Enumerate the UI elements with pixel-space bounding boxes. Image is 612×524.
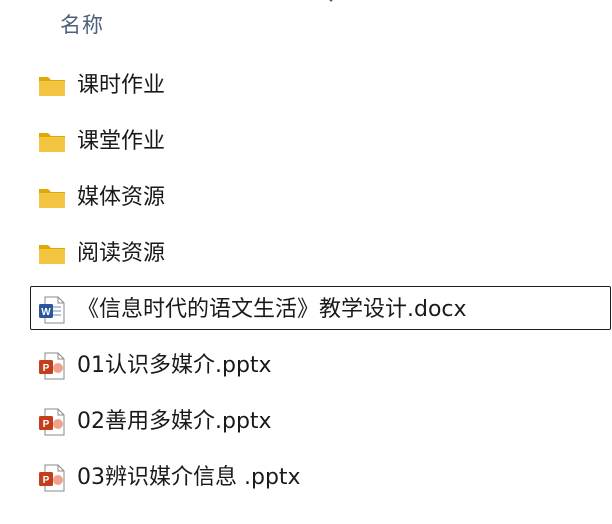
sort-chevron-icon[interactable] xyxy=(324,0,338,4)
folder-row[interactable]: 阅读资源 xyxy=(0,227,612,283)
powerpoint-icon: P xyxy=(39,464,65,492)
file-explorer-view: 名称 课时作业 课堂作业 媒体资源 阅读资源 W 《信息时代的语文生活》教学设计… xyxy=(0,0,612,524)
file-name: 03辨识媒介信息 .pptx xyxy=(77,465,301,490)
pptx-file-row[interactable]: P 02善用多媒介.pptx xyxy=(0,395,612,451)
folder-row[interactable]: 课堂作业 xyxy=(0,115,612,171)
svg-text:P: P xyxy=(43,363,50,374)
folder-icon xyxy=(39,245,65,264)
file-name: 02善用多媒介.pptx xyxy=(77,409,272,434)
file-name: 阅读资源 xyxy=(77,241,166,266)
docx-file-row[interactable]: W 《信息时代的语文生活》教学设计.docx xyxy=(0,283,612,339)
folder-icon xyxy=(39,133,65,152)
folder-row[interactable]: 媒体资源 xyxy=(0,171,612,227)
file-name: 课堂作业 xyxy=(77,129,166,154)
file-name: 课时作业 xyxy=(77,73,166,98)
file-name: 《信息时代的语文生活》教学设计.docx xyxy=(77,297,467,322)
folder-icon xyxy=(39,77,65,96)
svg-text:P: P xyxy=(43,419,50,430)
powerpoint-icon: P xyxy=(39,408,65,436)
file-name: 01认识多媒介.pptx xyxy=(77,353,272,378)
word-doc-icon: W xyxy=(39,296,65,324)
folder-row[interactable]: 课时作业 xyxy=(0,59,612,115)
pptx-file-row[interactable]: P 01认识多媒介.pptx xyxy=(0,339,612,395)
file-list: 课时作业 课堂作业 媒体资源 阅读资源 W 《信息时代的语文生活》教学设计.do… xyxy=(0,59,612,507)
powerpoint-icon: P xyxy=(39,352,65,380)
svg-text:P: P xyxy=(43,475,50,486)
svg-text:W: W xyxy=(41,307,51,318)
name-column-header[interactable]: 名称 xyxy=(60,10,104,40)
pptx-file-row[interactable]: P 03辨识媒介信息 .pptx xyxy=(0,451,612,507)
file-name: 媒体资源 xyxy=(77,185,166,210)
folder-icon xyxy=(39,189,65,208)
